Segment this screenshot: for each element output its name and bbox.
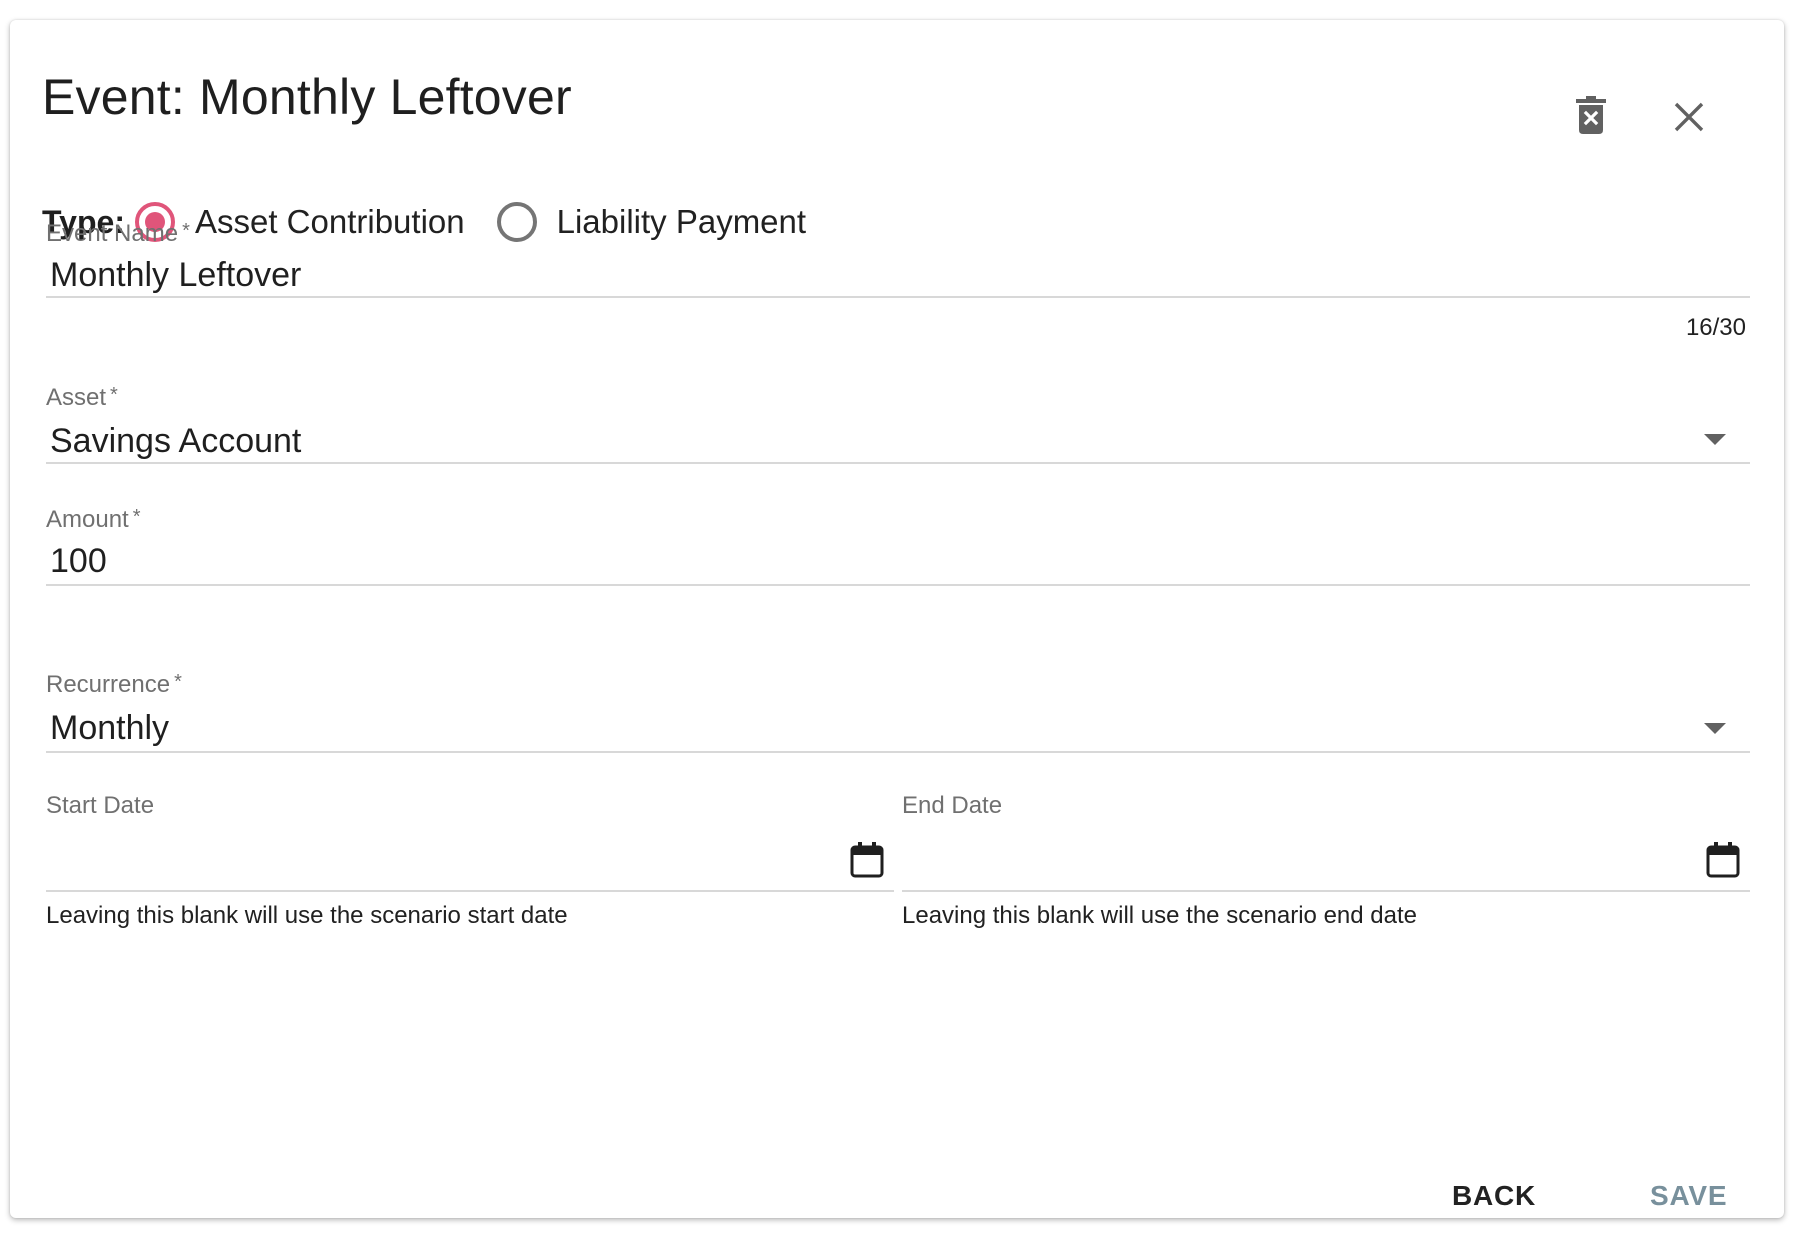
calendar-icon[interactable] — [850, 842, 884, 878]
end-date-input[interactable] — [902, 828, 1750, 868]
end-date-field[interactable]: End Date Leaving this blank will use the… — [902, 792, 1750, 929]
start-date-input[interactable] — [46, 828, 894, 868]
chevron-down-icon[interactable] — [1704, 434, 1726, 445]
dialog-title: Event: Monthly Leftover — [42, 69, 572, 125]
recurrence-select[interactable]: Recurrence * Monthly — [46, 671, 1750, 753]
event-name-field[interactable]: Event Name * Monthly Leftover 16/30 — [46, 220, 1750, 360]
chevron-down-icon[interactable] — [1704, 723, 1726, 734]
recurrence-label: Recurrence * — [46, 671, 182, 698]
asset-underline — [46, 462, 1750, 464]
asset-selected-value[interactable]: Savings Account — [46, 422, 1750, 461]
event-name-label: Event Name * — [46, 220, 190, 247]
close-icon — [1674, 102, 1704, 132]
delete-forever-icon — [1576, 96, 1606, 134]
event-dialog: Event: Monthly Leftover Type: Asset Cont… — [10, 20, 1784, 1218]
start-date-label: Start Date — [46, 792, 155, 819]
amount-label: Amount * — [46, 506, 141, 533]
amount-underline — [46, 584, 1750, 586]
event-name-underline — [46, 296, 1750, 298]
amount-field[interactable]: Amount * 100 — [46, 506, 1750, 586]
delete-button[interactable] — [1558, 82, 1624, 148]
amount-input[interactable]: 100 — [46, 542, 1750, 581]
start-date-underline — [46, 890, 894, 892]
end-date-label: End Date — [902, 792, 1003, 819]
recurrence-underline — [46, 751, 1750, 753]
start-date-helper: Leaving this blank will use the scenario… — [46, 902, 568, 929]
character-counter: 16/30 — [1685, 314, 1746, 341]
calendar-icon[interactable] — [1706, 842, 1740, 878]
close-button[interactable] — [1660, 88, 1718, 146]
back-button[interactable]: BACK — [1452, 1180, 1536, 1212]
save-button[interactable]: SAVE — [1650, 1180, 1727, 1212]
asset-select[interactable]: Asset * Savings Account — [46, 384, 1750, 464]
event-name-input[interactable]: Monthly Leftover — [46, 256, 1750, 295]
start-date-field[interactable]: Start Date Leaving this blank will use t… — [46, 792, 894, 929]
end-date-helper: Leaving this blank will use the scenario… — [902, 902, 1417, 929]
asset-label: Asset * — [46, 384, 118, 411]
end-date-underline — [902, 890, 1750, 892]
recurrence-selected-value[interactable]: Monthly — [46, 709, 1750, 748]
